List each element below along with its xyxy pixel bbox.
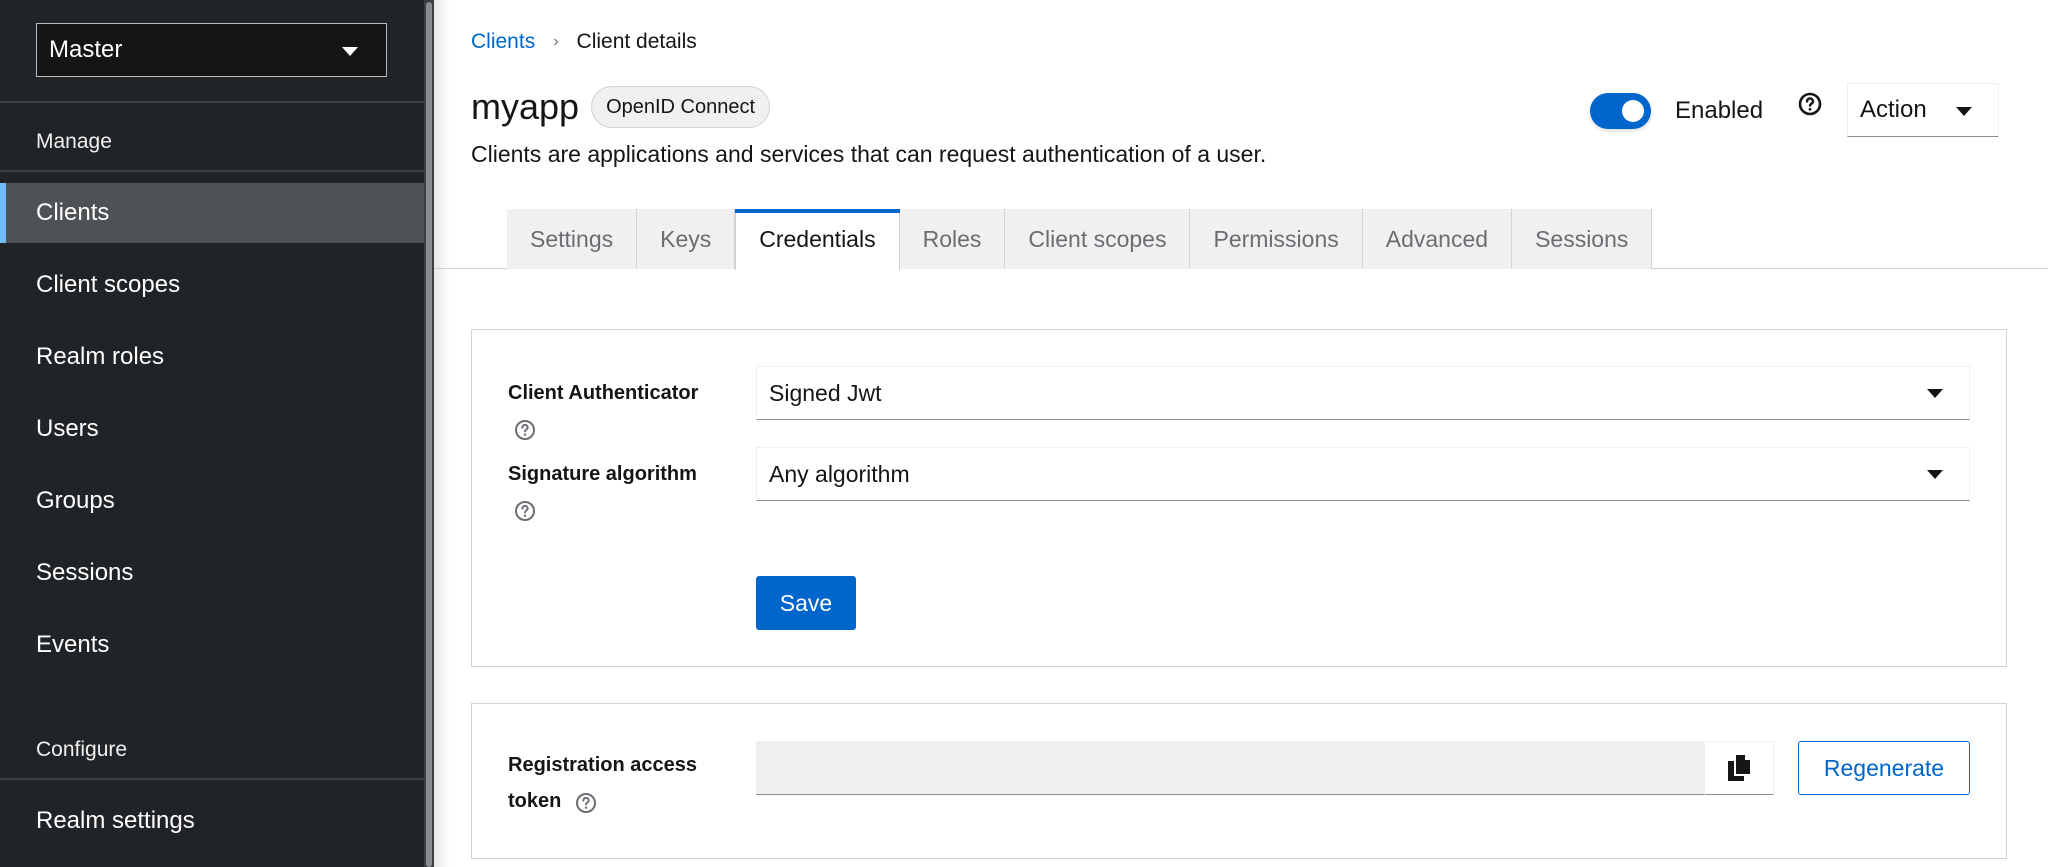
client-authenticator-select[interactable]: Signed Jwt: [756, 366, 1970, 420]
tab-label: Sessions: [1535, 225, 1629, 252]
sidebar-item-label: Groups: [36, 487, 115, 514]
tab-label: Advanced: [1385, 225, 1489, 252]
breadcrumb-clients-link[interactable]: Clients: [471, 30, 535, 54]
divider: [0, 170, 424, 172]
title-row: myapp OpenID Connect: [471, 86, 771, 128]
help-icon[interactable]: [575, 792, 597, 814]
tab-advanced[interactable]: Advanced: [1362, 209, 1513, 269]
client-authenticator-label: Client Authenticator: [508, 382, 699, 404]
sidebar-item-label: Sessions: [36, 559, 134, 586]
copy-button[interactable]: [1704, 741, 1774, 795]
protocol-badge: OpenID Connect: [591, 86, 771, 128]
caret-down-icon: [342, 47, 358, 56]
tab-label: Permissions: [1213, 225, 1339, 252]
divider: [0, 101, 424, 103]
tab-client-scopes[interactable]: Client scopes: [1005, 209, 1191, 269]
enabled-toggle[interactable]: [1590, 93, 1651, 129]
tab-label: Roles: [922, 225, 982, 252]
caret-down-icon: [1927, 470, 1943, 479]
action-dropdown[interactable]: Action: [1847, 83, 1999, 137]
tab-label: Settings: [530, 225, 614, 252]
registration-token-card: Registration access token Regenerate: [471, 703, 2007, 859]
sidebar-item-groups[interactable]: Groups: [0, 471, 424, 531]
copy-icon: [1728, 755, 1750, 781]
tab-label: Client scopes: [1028, 225, 1167, 252]
help-icon[interactable]: [1798, 92, 1822, 116]
registration-token-label: Registration access: [508, 754, 697, 776]
page-description: Clients are applications and services th…: [471, 141, 1267, 167]
tab-label: Keys: [660, 225, 712, 252]
realm-selector[interactable]: Master: [36, 23, 387, 77]
registration-token-label-line2: token: [508, 790, 562, 812]
sidebar-item-label: Client scopes: [36, 271, 181, 298]
sidebar-item-label: Clients: [36, 199, 110, 226]
toggle-knob: [1622, 100, 1644, 122]
sidebar-item-clients[interactable]: Clients: [0, 183, 424, 243]
sidebar-item-label: Users: [36, 415, 99, 442]
breadcrumb: Clients › Client details: [471, 30, 697, 54]
sidebar-scrollbar-thumb[interactable]: [426, 2, 432, 867]
tab-credentials[interactable]: Credentials: [735, 209, 900, 270]
caret-down-icon: [1956, 107, 1972, 116]
help-icon[interactable]: [514, 419, 536, 441]
app: Master Manage Clients Client scopes Real…: [0, 0, 2048, 867]
sidebar-item-events[interactable]: Events: [0, 615, 424, 675]
sidebar-item-label: Realm roles: [36, 343, 165, 370]
tab-permissions[interactable]: Permissions: [1190, 209, 1363, 269]
sidebar-item-realm-settings[interactable]: Realm settings: [0, 791, 424, 851]
enabled-label: Enabled: [1675, 97, 1764, 124]
tab-settings[interactable]: Settings: [507, 209, 638, 269]
nav-section-manage: Manage: [36, 130, 112, 153]
tabs: Settings Keys Credentials Roles Client s…: [507, 209, 1653, 270]
sidebar-item-label: Events: [36, 631, 110, 658]
sidebar-item-client-scopes[interactable]: Client scopes: [0, 255, 424, 315]
sidebar-item-label: Realm settings: [36, 807, 195, 834]
tab-keys[interactable]: Keys: [637, 209, 736, 269]
breadcrumb-current: Client details: [576, 30, 697, 53]
action-dropdown-label: Action: [1860, 96, 1927, 123]
page-title: myapp: [471, 86, 580, 127]
credentials-card: Client Authenticator Signed Jwt Signatur…: [471, 329, 2007, 667]
realm-selector-value: Master: [49, 36, 123, 63]
sidebar: Master Manage Clients Client scopes Real…: [0, 0, 424, 867]
tab-label: Credentials: [759, 226, 876, 252]
sidebar-item-realm-roles[interactable]: Realm roles: [0, 327, 424, 387]
sidebar-item-users[interactable]: Users: [0, 399, 424, 459]
save-button[interactable]: Save: [756, 576, 856, 630]
chevron-right-icon: ›: [553, 33, 559, 50]
signature-algorithm-label: Signature algorithm: [508, 463, 697, 485]
signature-algorithm-value: Any algorithm: [769, 460, 910, 487]
main-shadow: [434, 0, 450, 867]
tab-sessions[interactable]: Sessions: [1512, 209, 1653, 269]
registration-token-input[interactable]: [756, 741, 1704, 795]
tab-roles[interactable]: Roles: [899, 209, 1006, 269]
regenerate-button[interactable]: Regenerate: [1798, 741, 1970, 795]
help-icon[interactable]: [514, 500, 536, 522]
sidebar-item-sessions[interactable]: Sessions: [0, 543, 424, 603]
caret-down-icon: [1927, 389, 1943, 398]
divider: [0, 778, 424, 780]
signature-algorithm-select[interactable]: Any algorithm: [756, 447, 1970, 501]
nav-section-configure: Configure: [36, 738, 128, 761]
client-authenticator-value: Signed Jwt: [769, 379, 882, 406]
